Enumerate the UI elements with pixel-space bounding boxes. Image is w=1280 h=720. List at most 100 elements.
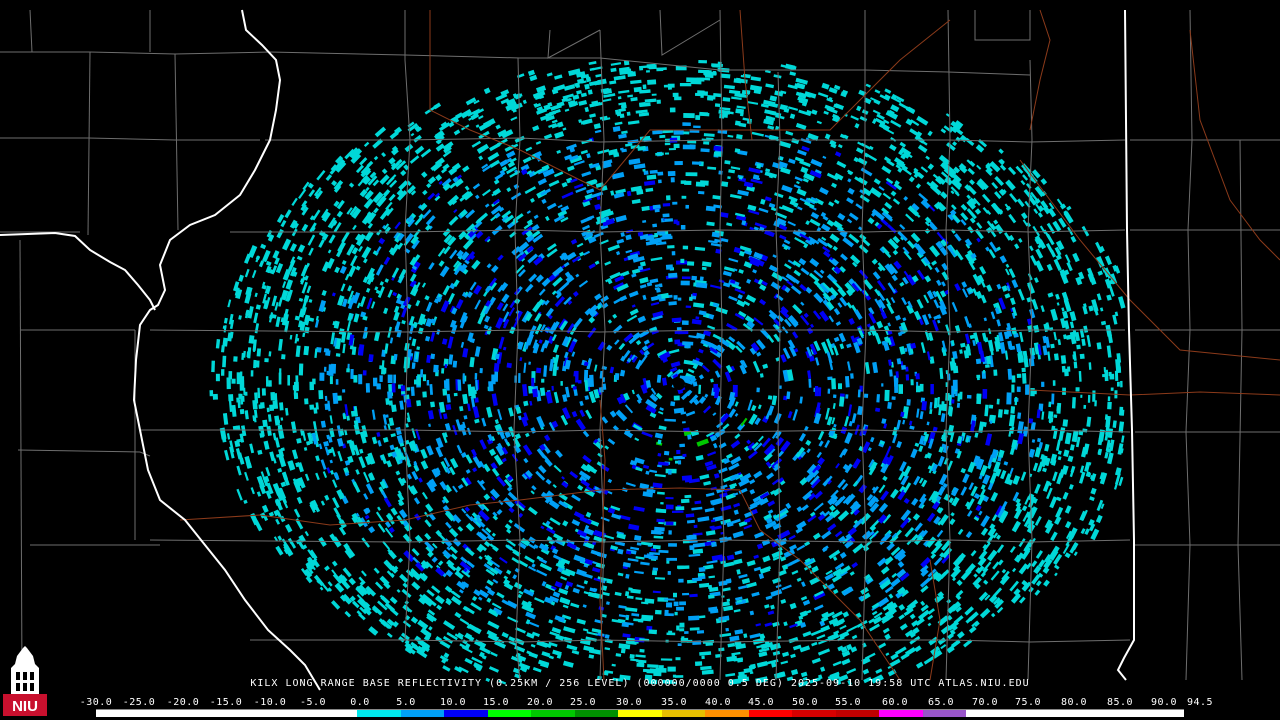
echo-cell	[1051, 425, 1056, 431]
echo-cell	[665, 497, 674, 500]
echo-cell	[695, 115, 700, 120]
echo-cell	[642, 668, 651, 673]
echo-cell	[416, 346, 421, 351]
echo-cell	[523, 400, 529, 407]
echo-cell	[675, 506, 685, 511]
echo-cell	[1014, 396, 1018, 406]
echo-cell	[668, 301, 677, 306]
echo-cell	[358, 374, 363, 385]
echo-cell	[767, 395, 773, 400]
echo-cell	[350, 369, 354, 379]
echo-cell	[656, 99, 661, 104]
echo-cell	[657, 171, 664, 176]
echo-cell	[699, 276, 704, 281]
echo-cell	[638, 102, 646, 107]
echo-cell	[457, 379, 462, 391]
echo-cell	[239, 371, 243, 382]
echo-cell	[884, 389, 890, 402]
echo-cell	[676, 449, 681, 455]
echo-cell	[665, 504, 674, 510]
echo-cell	[222, 355, 227, 368]
echo-cell	[651, 570, 658, 576]
echo-cell	[710, 541, 717, 548]
echo-cell	[668, 147, 676, 151]
echo-cell	[1022, 373, 1027, 384]
echo-cell	[673, 601, 679, 607]
echo-cell	[676, 625, 680, 631]
echo-cell	[663, 450, 670, 456]
echo-cell	[850, 373, 854, 379]
echo-cell	[304, 398, 309, 405]
echo-cell	[506, 362, 512, 369]
echo-cell	[707, 96, 714, 101]
echo-cell	[680, 225, 686, 230]
echo-cell	[1075, 387, 1080, 392]
echo-cell	[827, 388, 831, 394]
echo-cell	[698, 69, 710, 74]
echo-cell	[683, 113, 695, 119]
echo-cell	[211, 360, 215, 373]
echo-cell	[698, 60, 707, 64]
echo-cell	[585, 76, 592, 83]
echo-cell	[684, 343, 691, 349]
echo-cell	[656, 518, 665, 523]
echo-cell	[691, 161, 702, 165]
echo-cell	[255, 360, 260, 368]
echo-cell	[1080, 394, 1083, 398]
echo-cell	[674, 160, 683, 166]
echo-cell	[676, 606, 684, 611]
echo-cell	[988, 404, 994, 409]
echo-cell	[669, 137, 678, 143]
echo-cell	[1006, 392, 1012, 405]
echo-cell	[261, 388, 266, 396]
echo-cell	[876, 394, 880, 403]
echo-cell	[420, 369, 424, 378]
echo-cell	[658, 283, 663, 288]
echo-cell	[906, 399, 911, 406]
echo-cell	[638, 660, 645, 666]
echo-cell	[445, 403, 452, 411]
echo-cell	[996, 398, 1000, 405]
echo-cell	[655, 609, 662, 615]
echo-cell	[256, 348, 262, 357]
echo-cell	[649, 169, 658, 174]
echo-cell	[1073, 361, 1078, 369]
echo-cell	[699, 112, 710, 117]
echo-cell	[681, 320, 689, 326]
echo-cell	[688, 296, 693, 301]
echo-cell	[658, 549, 669, 554]
echo-cell	[1028, 358, 1035, 367]
echo-cell	[430, 401, 436, 408]
echo-cell	[551, 385, 554, 391]
echo-cell	[617, 96, 622, 100]
echo-cell	[668, 457, 673, 461]
echo-cell	[391, 404, 397, 413]
echo-cell	[653, 671, 662, 677]
echo-cell	[666, 632, 676, 636]
echo-cell	[680, 180, 687, 184]
echo-cell	[353, 375, 358, 383]
echo-cell	[921, 400, 927, 411]
echo-cell	[660, 658, 673, 661]
echo-cell	[287, 375, 290, 386]
echo-cell	[678, 369, 684, 373]
echo-cell	[689, 144, 696, 150]
echo-cell	[863, 393, 869, 398]
echo-cell	[488, 381, 494, 392]
echo-cell	[642, 168, 646, 172]
echo-cell	[957, 393, 961, 402]
echo-cell	[667, 570, 671, 575]
echo-cell	[687, 434, 692, 440]
echo-cell	[387, 374, 393, 383]
echo-cell	[228, 371, 233, 380]
echo-cell	[681, 195, 687, 199]
echo-cell	[326, 370, 330, 376]
echo-cell	[662, 213, 670, 218]
echo-cell	[733, 78, 742, 84]
echo-cell	[997, 409, 1003, 418]
echo-cell	[1108, 371, 1112, 377]
echo-cell	[713, 383, 718, 392]
echo-cell	[731, 653, 736, 657]
echo-cell	[379, 375, 383, 382]
echo-cell	[671, 251, 676, 256]
